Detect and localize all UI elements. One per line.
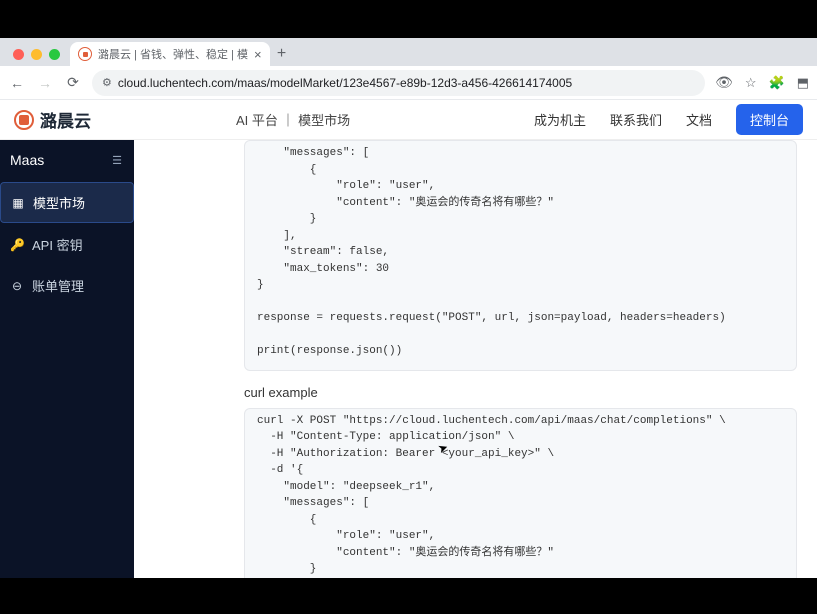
reload-icon[interactable]: ⟳ <box>64 74 82 91</box>
curl-example-label: curl example <box>244 385 797 400</box>
bill-icon: ⊖ <box>10 279 24 293</box>
sidebar-header: Maas ☰ <box>0 146 134 180</box>
logo[interactable]: 潞晨云 <box>14 107 91 132</box>
maximize-window-icon[interactable] <box>49 49 60 60</box>
sidebar-item-label: 模型市场 <box>33 193 85 212</box>
tab-title: 潞晨云 | 省钱、弹性、稳定 | 模 <box>98 46 248 62</box>
content-area: "messages": [ { "role": "user", "content… <box>134 100 817 578</box>
window-controls <box>10 49 70 66</box>
sidebar-item-api-key[interactable]: 🔑 API 密钥 <box>0 225 134 264</box>
close-window-icon[interactable] <box>13 49 24 60</box>
logo-icon <box>14 110 34 130</box>
page: 潞晨云 AI 平台 ｜ 模型市场 成为机主 联系我们 文档 控制台 Maas ☰… <box>0 100 817 578</box>
browser-window: 潞晨云 | 省钱、弹性、稳定 | 模 × + ← → ⟳ ⚙ cloud.luc… <box>0 38 817 578</box>
address-bar: ← → ⟳ ⚙ cloud.luchentech.com/maas/modelM… <box>0 66 817 100</box>
star-icon[interactable]: ☆ <box>745 75 757 91</box>
nav-link-docs[interactable]: 文档 <box>686 110 712 129</box>
sidebar-item-label: 账单管理 <box>32 276 84 295</box>
forward-icon[interactable]: → <box>36 75 54 91</box>
top-nav: 潞晨云 AI 平台 ｜ 模型市场 成为机主 联系我们 文档 控制台 <box>0 100 817 140</box>
sidebar-title: Maas <box>10 152 44 168</box>
key-icon: 🔑 <box>10 238 24 252</box>
url-field[interactable]: ⚙ cloud.luchentech.com/maas/modelMarket/… <box>92 70 705 96</box>
console-button[interactable]: 控制台 <box>736 104 803 135</box>
extensions-icon[interactable]: 🧩 <box>769 75 785 91</box>
nav-links: 成为机主 联系我们 文档 控制台 <box>534 104 803 135</box>
back-icon[interactable]: ← <box>8 75 26 91</box>
breadcrumb: AI 平台 ｜ 模型市场 <box>236 110 350 129</box>
new-tab-button[interactable]: + <box>270 42 294 66</box>
nav-link-contact[interactable]: 联系我们 <box>610 110 662 129</box>
grid-icon: ▦ <box>11 196 25 210</box>
browser-tab[interactable]: 潞晨云 | 省钱、弹性、稳定 | 模 × <box>70 42 270 66</box>
tab-favicon-icon <box>78 47 92 61</box>
minimize-window-icon[interactable] <box>31 49 42 60</box>
nav-link-host[interactable]: 成为机主 <box>534 110 586 129</box>
sidebar: Maas ☰ ▦ 模型市场 🔑 API 密钥 ⊖ 账单管理 <box>0 100 134 578</box>
curl-code-block[interactable]: curl -X POST "https://cloud.luchentech.c… <box>244 408 797 579</box>
collapse-icon[interactable]: ☰ <box>112 154 122 167</box>
python-code-block[interactable]: "messages": [ { "role": "user", "content… <box>244 140 797 371</box>
sidebar-item-model-market[interactable]: ▦ 模型市场 <box>0 182 134 223</box>
content-inner: "messages": [ { "role": "user", "content… <box>134 140 817 578</box>
tab-bar: 潞晨云 | 省钱、弹性、稳定 | 模 × + <box>0 38 817 66</box>
eye-off-icon[interactable]: 👁 <box>715 74 733 91</box>
tab-close-icon[interactable]: × <box>254 47 262 62</box>
sidebar-item-label: API 密钥 <box>32 235 83 254</box>
install-icon[interactable]: ⬒ <box>797 75 809 91</box>
site-settings-icon[interactable]: ⚙ <box>102 76 112 89</box>
sidebar-item-billing[interactable]: ⊖ 账单管理 <box>0 266 134 305</box>
url-text: cloud.luchentech.com/maas/modelMarket/12… <box>118 76 572 90</box>
logo-text: 潞晨云 <box>40 107 91 132</box>
address-bar-actions: 👁 ☆ 🧩 ⬒ <box>715 74 809 91</box>
